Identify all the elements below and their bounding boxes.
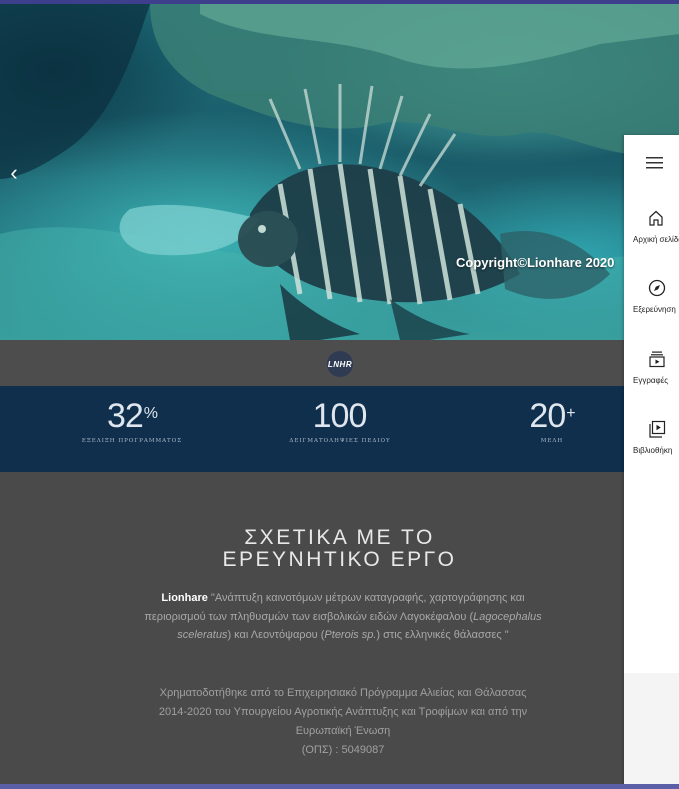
stat-members-number: 20+ bbox=[529, 397, 575, 435]
bottom-frame-bar bbox=[0, 784, 679, 789]
sidebar-footer-area bbox=[624, 673, 679, 789]
carousel-prev-button[interactable]: ‹ bbox=[6, 161, 22, 185]
home-icon bbox=[649, 210, 663, 226]
sidebar-item-label: Αρχική σελίδα bbox=[633, 235, 679, 244]
hamburger-menu-icon[interactable] bbox=[644, 153, 666, 173]
stat-progress-number: 32% bbox=[106, 397, 158, 435]
sidebar-item-library[interactable]: Βιβλιοθήκη bbox=[624, 420, 679, 476]
compass-icon bbox=[648, 279, 666, 297]
logo-bar: LNHR bbox=[0, 340, 679, 386]
copyright-watermark: Copyright©Lionhare 2020 bbox=[456, 255, 615, 270]
sidebar-item-label: Βιβλιοθήκη bbox=[633, 446, 673, 455]
stat-samplings: 100 ΔΕΙΓΜΑΤΟΛΗΨΙΕΣ ΠΕΔΙΟΥ bbox=[240, 396, 440, 444]
stat-samplings-number: 100 bbox=[312, 397, 368, 435]
stat-progress-label: ΕΞΕΛΙΞΗ ΠΡΟΓΡΑΜΜΑΤΟΣ bbox=[81, 438, 183, 444]
stat-samplings-label: ΔΕΙΓΜΑΤΟΛΗΨΙΕΣ ΠΕΔΙΟΥ bbox=[289, 438, 391, 444]
stat-progress: 32% ΕΞΕΛΙΞΗ ΠΡΟΓΡΑΜΜΑΤΟΣ bbox=[32, 396, 232, 444]
hero-carousel[interactable]: ‹ Copyright©Lionhare 2020 bbox=[0, 4, 679, 340]
funding-info: Χρηματοδοτήθηκε από το Επιχειρησιακό Πρό… bbox=[158, 687, 528, 756]
lionhare-logo[interactable]: LNHR bbox=[327, 351, 353, 377]
side-navigation: Αρχική σελίδα Εξερεύνηση Εγγραφές Βιβλιο… bbox=[624, 135, 679, 789]
subscriptions-icon bbox=[649, 351, 665, 368]
about-title: ΣΧΕΤΙΚΑ ΜΕ ΤΟ ΕΡΕΥΝΗΤΙΚΟ ΕΡΓΟ bbox=[222, 526, 457, 571]
lionfish-photo bbox=[0, 4, 679, 340]
sidebar-item-subscriptions[interactable]: Εγγραφές bbox=[624, 350, 679, 406]
library-icon bbox=[649, 420, 666, 438]
sidebar-item-home[interactable]: Αρχική σελίδα bbox=[624, 209, 679, 265]
stats-section: 32% ΕΞΕΛΙΞΗ ΠΡΟΓΡΑΜΜΑΤΟΣ 100 ΔΕΙΓΜΑΤΟΛΗΨ… bbox=[0, 386, 679, 472]
project-description: Lionhare "Ανάπτυξη καινοτόμων μέτρων κατ… bbox=[144, 592, 542, 641]
sidebar-item-label: Εγγραφές bbox=[633, 376, 669, 385]
sidebar-item-explore[interactable]: Εξερεύνηση bbox=[624, 279, 679, 335]
sidebar-item-label: Εξερεύνηση bbox=[633, 305, 676, 314]
stat-members-label: ΜΕΛΗ bbox=[540, 438, 564, 444]
stat-members: 20+ ΜΕΛΗ bbox=[452, 396, 652, 444]
about-section: ΣΧΕΤΙΚΑ ΜΕ ΤΟ ΕΡΕΥΝΗΤΙΚΟ ΕΡΓΟ Lionhare "… bbox=[0, 472, 679, 784]
